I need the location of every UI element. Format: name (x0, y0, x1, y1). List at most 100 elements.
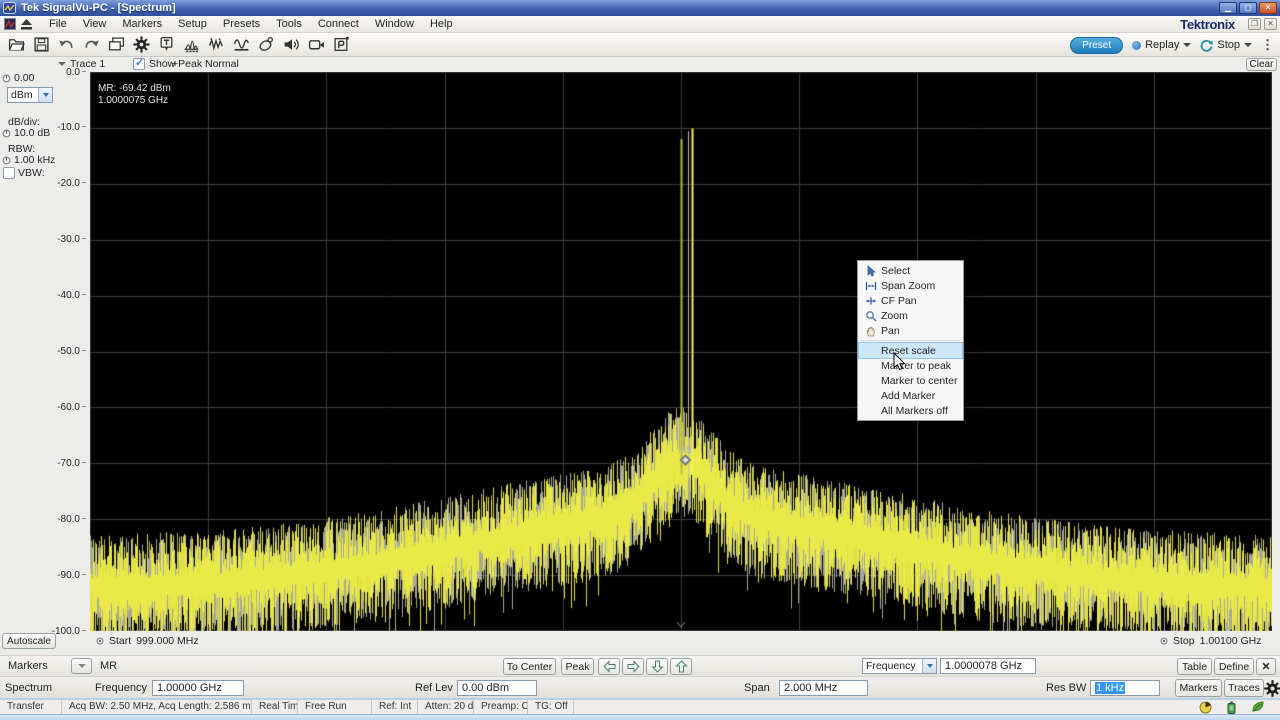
span-field[interactable]: 2.000 MHz (779, 680, 868, 696)
menu-item-tools[interactable]: Tools (268, 17, 310, 31)
menu-item-help[interactable]: Help (422, 17, 461, 31)
context-menu-item-marker-to-peak[interactable]: Marker to peak (859, 358, 962, 373)
menu-item-markers[interactable]: Markers (114, 17, 170, 31)
maximize-button[interactable]: ▢ (1239, 2, 1257, 14)
readout-type-value: Frequency (863, 659, 922, 673)
menu-item-view[interactable]: View (75, 17, 115, 31)
menu-item-window[interactable]: Window (367, 17, 422, 31)
y-axis-tick-label: -80.0 (44, 514, 86, 525)
clear-button[interactable]: Clear (1246, 58, 1277, 71)
vbw-checkbox[interactable]: VBW: (3, 167, 45, 179)
spectrum-row-label: Spectrum (5, 682, 52, 694)
context-menu-item-marker-to-center[interactable]: Marker to center (859, 373, 962, 388)
rbw-control[interactable]: 1.00 kHz (2, 154, 55, 166)
peak-right-button[interactable] (622, 658, 644, 675)
save-button[interactable] (29, 34, 54, 55)
context-menu-item-all-markers-off[interactable]: All Markers off (859, 403, 962, 418)
settings-gear-button[interactable] (129, 34, 154, 55)
knob-icon (96, 637, 104, 645)
arrow-left-icon (603, 660, 616, 673)
video-capture-button[interactable] (304, 34, 329, 55)
markers-panel-button[interactable]: Markers (1175, 679, 1222, 697)
combo-dropdown-button[interactable] (922, 659, 936, 673)
combo-dropdown-button[interactable] (38, 88, 52, 102)
menu-item-presets[interactable]: Presets (215, 17, 268, 31)
res-bw-field[interactable]: 1 kHz (1090, 680, 1160, 696)
redo-button[interactable] (79, 34, 104, 55)
preset-button[interactable]: Preset (1070, 37, 1123, 54)
context-menu-item-add-marker[interactable]: Add Marker (859, 388, 962, 403)
menu-item-file[interactable]: File (41, 17, 75, 31)
start-frequency-control[interactable]: Start 999.000 MHz (96, 635, 199, 647)
close-markers-toolbar-button[interactable]: ✕ (1256, 658, 1276, 675)
status-cell-real-time: Real Time (252, 700, 298, 714)
context-menu-item-select[interactable]: Select (859, 263, 962, 278)
ref-level-control[interactable]: 0.00 (2, 72, 34, 84)
connect-eject-icon[interactable] (20, 19, 33, 30)
open-file-button[interactable] (4, 34, 29, 55)
mouse-pointer-button[interactable] (254, 34, 279, 55)
child-restore-button[interactable]: ❐ (1248, 18, 1261, 30)
peak-higher-button[interactable] (670, 658, 692, 675)
marker-readout-type-combobox[interactable]: Frequency (862, 658, 937, 674)
peak-button[interactable]: Peak (561, 658, 594, 675)
close-button[interactable]: ✕ (1259, 2, 1277, 14)
db-div-control[interactable]: 10.0 dB (2, 127, 50, 139)
child-close-button[interactable]: ✕ (1264, 18, 1277, 30)
arrow-right-icon (627, 660, 640, 673)
amplitude-vs-time-icon (208, 36, 225, 53)
marker-select-dropdown[interactable] (71, 658, 92, 674)
unit-combobox[interactable]: dBm (7, 87, 53, 103)
span-zoom-icon (861, 280, 881, 292)
to-center-button[interactable]: To Center (503, 658, 556, 675)
displays-button[interactable] (104, 34, 129, 55)
ref-level-field[interactable]: 0.00 dBm (457, 680, 537, 696)
status-cell-acq-bw: Acq BW: 2.50 MHz, Acq Length: 2.586 ms (62, 700, 252, 714)
spectrum-plot[interactable] (90, 72, 1272, 631)
checkbox-unchecked-icon (3, 167, 15, 179)
settings-gear-button[interactable] (1263, 679, 1280, 697)
user-preset-icon (333, 36, 350, 53)
time-overview-button[interactable] (229, 34, 254, 55)
minimize-button[interactable]: ▁ (1219, 2, 1237, 14)
replay-control[interactable]: Replay (1132, 39, 1191, 51)
context-menu-item-span-zoom[interactable]: Span Zoom (859, 278, 962, 293)
detector-label: +Peak Normal (172, 58, 239, 70)
context-menu-item-cf-pan[interactable]: CF Pan (859, 293, 962, 308)
stop-control[interactable]: Stop (1200, 39, 1252, 52)
cursor-arrow-icon (861, 265, 881, 277)
menu-item-setup[interactable]: Setup (170, 17, 215, 31)
peak-lower-button[interactable] (646, 658, 668, 675)
gear-icon (1264, 680, 1280, 697)
table-button[interactable]: Table (1177, 658, 1212, 675)
define-button[interactable]: Define (1214, 658, 1254, 675)
context-menu-item-reset-scale[interactable]: Reset scale (859, 343, 962, 358)
stop-label: Stop (1173, 635, 1195, 647)
unit-value: dBm (8, 88, 38, 102)
audio-demod-button[interactable] (279, 34, 304, 55)
menu-item-connect[interactable]: Connect (310, 17, 367, 31)
zoom-magnifier-icon (861, 310, 881, 322)
undo-button[interactable] (54, 34, 79, 55)
spectrum-display-button[interactable] (179, 34, 204, 55)
time-overview-icon (233, 36, 250, 53)
amplitude-vs-time-button[interactable] (204, 34, 229, 55)
trace-show-checkbox[interactable]: Show (133, 58, 175, 70)
start-label: Start (109, 635, 131, 647)
peak-left-button[interactable] (598, 658, 620, 675)
user-preset-button[interactable] (329, 34, 354, 55)
stop-frequency-control[interactable]: Stop 1.00100 GHz (1160, 635, 1261, 647)
y-axis-tick-label: -50.0 (44, 346, 86, 357)
context-menu-item-pan[interactable]: Pan (859, 323, 962, 338)
text-marker-button[interactable] (154, 34, 179, 55)
center-frequency-field[interactable]: 1.00000 GHz (152, 680, 244, 696)
mouse-pointer-icon (258, 36, 275, 53)
marker-frequency-field[interactable]: 1.0000078 GHz (940, 658, 1036, 674)
rbw-value: 1.00 kHz (14, 154, 55, 166)
traces-panel-button[interactable]: Traces (1224, 679, 1264, 697)
trace-settings-bar: Trace 1 Show +Peak Normal Clear (0, 57, 1280, 72)
more-options-icon[interactable]: ⋮ (1261, 40, 1274, 50)
y-axis-tick-label: -100.0 (44, 626, 86, 637)
context-menu-item-zoom[interactable]: Zoom (859, 308, 962, 323)
arrow-up-icon (675, 660, 688, 673)
